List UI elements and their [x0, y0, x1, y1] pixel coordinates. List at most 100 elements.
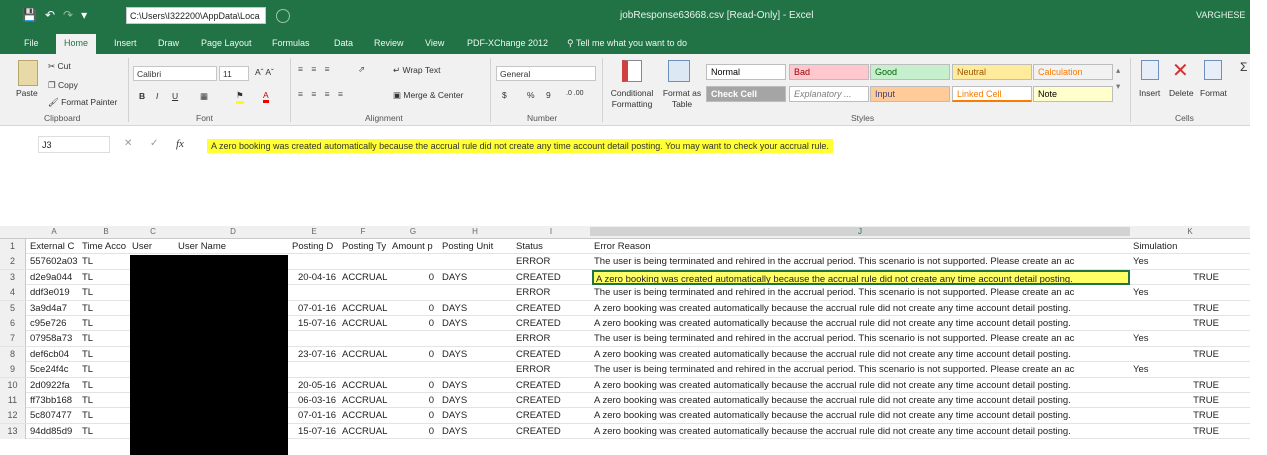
cell-i[interactable]: ERROR — [514, 362, 590, 377]
paste-label[interactable]: Paste — [16, 88, 38, 98]
tab-data[interactable]: Data — [334, 38, 353, 48]
cell-a[interactable]: 2d0922fa — [28, 378, 82, 393]
header-cell[interactable]: External C — [28, 239, 82, 254]
cut-button[interactable]: ✂ Cut — [48, 61, 71, 72]
enter-icon[interactable]: ✓ — [150, 138, 158, 149]
underline-button[interactable]: U — [172, 91, 178, 101]
style-bad[interactable]: Bad — [789, 64, 869, 80]
italic-button[interactable]: I — [156, 91, 158, 101]
cell-f[interactable]: ACCRUAL — [340, 316, 390, 331]
header-cell[interactable]: Posting Unit — [440, 239, 512, 254]
tab-file[interactable]: File — [24, 38, 39, 48]
style-neutral[interactable]: Neutral — [952, 64, 1032, 80]
cell-b[interactable]: TL — [80, 301, 130, 316]
row-number[interactable]: 5 — [0, 300, 26, 316]
style-check-cell[interactable]: Check Cell — [706, 86, 786, 102]
row-number[interactable]: 11 — [0, 393, 26, 408]
insert-cells-icon[interactable] — [1141, 60, 1159, 80]
cell-f[interactable]: ACCRUAL — [340, 424, 390, 439]
tab-view[interactable]: View — [425, 38, 444, 48]
cell-b[interactable]: TL — [80, 393, 130, 408]
cell-a[interactable]: ddf3e019 — [28, 285, 82, 300]
cell-h[interactable]: DAYS — [440, 316, 512, 331]
cell-k[interactable]: Yes — [1131, 362, 1221, 377]
format-button[interactable]: Format — [1200, 88, 1227, 98]
undo-icon[interactable]: ↶ — [45, 8, 55, 22]
format-cells-icon[interactable] — [1204, 60, 1222, 80]
cell-j[interactable]: The user is being terminated and rehired… — [592, 331, 1130, 346]
row-number[interactable]: 9 — [0, 362, 26, 378]
cell-f[interactable]: ACCRUAL — [340, 301, 390, 316]
cell-a[interactable]: 557602a03 — [28, 254, 82, 269]
cell-a[interactable]: d2e9a044 — [28, 270, 82, 285]
bold-button[interactable]: B — [139, 91, 145, 101]
cell-e[interactable]: 06-03-16 — [296, 393, 340, 408]
cell-j[interactable]: The user is being terminated and rehired… — [592, 285, 1130, 300]
cell-b[interactable]: TL — [80, 378, 130, 393]
autosum-icon[interactable]: Σ — [1240, 60, 1247, 74]
tab-page-layout[interactable]: Page Layout — [201, 38, 252, 48]
cancel-icon[interactable]: ✕ — [124, 138, 132, 149]
row-number[interactable]: 4 — [0, 285, 26, 301]
cell-h[interactable]: DAYS — [440, 408, 512, 423]
cell-g[interactable] — [390, 362, 436, 377]
column-header-e[interactable]: E — [290, 227, 338, 236]
tab-home[interactable]: Home — [56, 34, 97, 54]
cell-f[interactable]: ACCRUAL — [340, 347, 390, 362]
cell-a[interactable]: ff73bb168 — [28, 393, 82, 408]
font-name-select[interactable]: Calibri — [133, 66, 217, 81]
cell-a[interactable]: 07958a73 — [28, 331, 82, 346]
copy-button[interactable]: ❐ Copy — [48, 80, 78, 91]
cell-b[interactable]: TL — [80, 254, 130, 269]
cell-e[interactable]: 15-07-16 — [296, 316, 340, 331]
cell-b[interactable]: TL — [80, 285, 130, 300]
cell-k[interactable]: Yes — [1131, 285, 1221, 300]
file-path-box[interactable]: C:\Users\I322200\AppData\Loca — [126, 7, 266, 24]
format-as-table-icon[interactable] — [668, 60, 690, 82]
row-number[interactable]: 13 — [0, 423, 26, 439]
cell-h[interactable]: DAYS — [440, 424, 512, 439]
user-name[interactable]: VARGHESE — [1196, 10, 1245, 20]
number-format-select[interactable]: General — [496, 66, 596, 81]
column-header-h[interactable]: H — [438, 227, 512, 236]
header-cell[interactable]: Posting Ty — [340, 239, 390, 254]
cell-k[interactable]: TRUE — [1131, 270, 1221, 285]
header-cell[interactable]: Status — [514, 239, 590, 254]
header-cell[interactable]: Simulation — [1131, 239, 1250, 254]
cell-b[interactable]: TL — [80, 362, 130, 377]
grow-shrink-font-icon[interactable]: Aˆ Aˇ — [255, 67, 274, 77]
row-number[interactable]: 10 — [0, 377, 26, 393]
cell-a[interactable]: 3a9d4a7 — [28, 301, 82, 316]
cell-j[interactable]: The user is being terminated and rehired… — [592, 362, 1130, 377]
cell-j[interactable]: A zero booking was created automatically… — [592, 301, 1130, 316]
horizontal-align-icons[interactable]: ≡ ≡ ≡ ≡ — [298, 89, 346, 99]
row-number[interactable]: 2 — [0, 254, 26, 270]
cell-i[interactable]: CREATED — [514, 378, 590, 393]
cell-a[interactable]: 5c807477 — [28, 408, 82, 423]
cell-a[interactable]: c95e726 — [28, 316, 82, 331]
cell-e[interactable]: 07-01-16 — [296, 408, 340, 423]
column-header-a[interactable]: A — [26, 227, 82, 236]
comma-button[interactable]: 9 — [546, 90, 551, 100]
cell-g[interactable]: 0 — [390, 378, 436, 393]
cell-g[interactable] — [390, 254, 436, 269]
cell-f[interactable] — [340, 285, 390, 300]
cell-h[interactable]: DAYS — [440, 393, 512, 408]
cell-b[interactable]: TL — [80, 270, 130, 285]
cell-e[interactable]: 15-07-16 — [296, 424, 340, 439]
cell-j[interactable]: A zero booking was created automatically… — [592, 347, 1130, 362]
refresh-icon[interactable] — [276, 9, 290, 23]
cell-k[interactable]: TRUE — [1131, 347, 1221, 362]
cell-j[interactable]: The user is being terminated and rehired… — [592, 254, 1130, 269]
cell-b[interactable]: TL — [80, 424, 130, 439]
styles-scroll-icon[interactable]: ▴ ▾ — [1116, 62, 1120, 94]
cell-h[interactable] — [440, 254, 512, 269]
cell-e[interactable]: 20-05-16 — [296, 378, 340, 393]
column-header-b[interactable]: B — [82, 227, 130, 236]
header-cell[interactable]: User — [130, 239, 176, 254]
conditional-formatting-icon[interactable] — [622, 60, 642, 82]
cell-j[interactable]: A zero booking was created automatically… — [592, 316, 1130, 331]
orientation-icon[interactable]: ⇗ — [358, 64, 365, 75]
cell-i[interactable]: CREATED — [514, 270, 590, 285]
header-cell[interactable]: Time Acco — [80, 239, 130, 254]
